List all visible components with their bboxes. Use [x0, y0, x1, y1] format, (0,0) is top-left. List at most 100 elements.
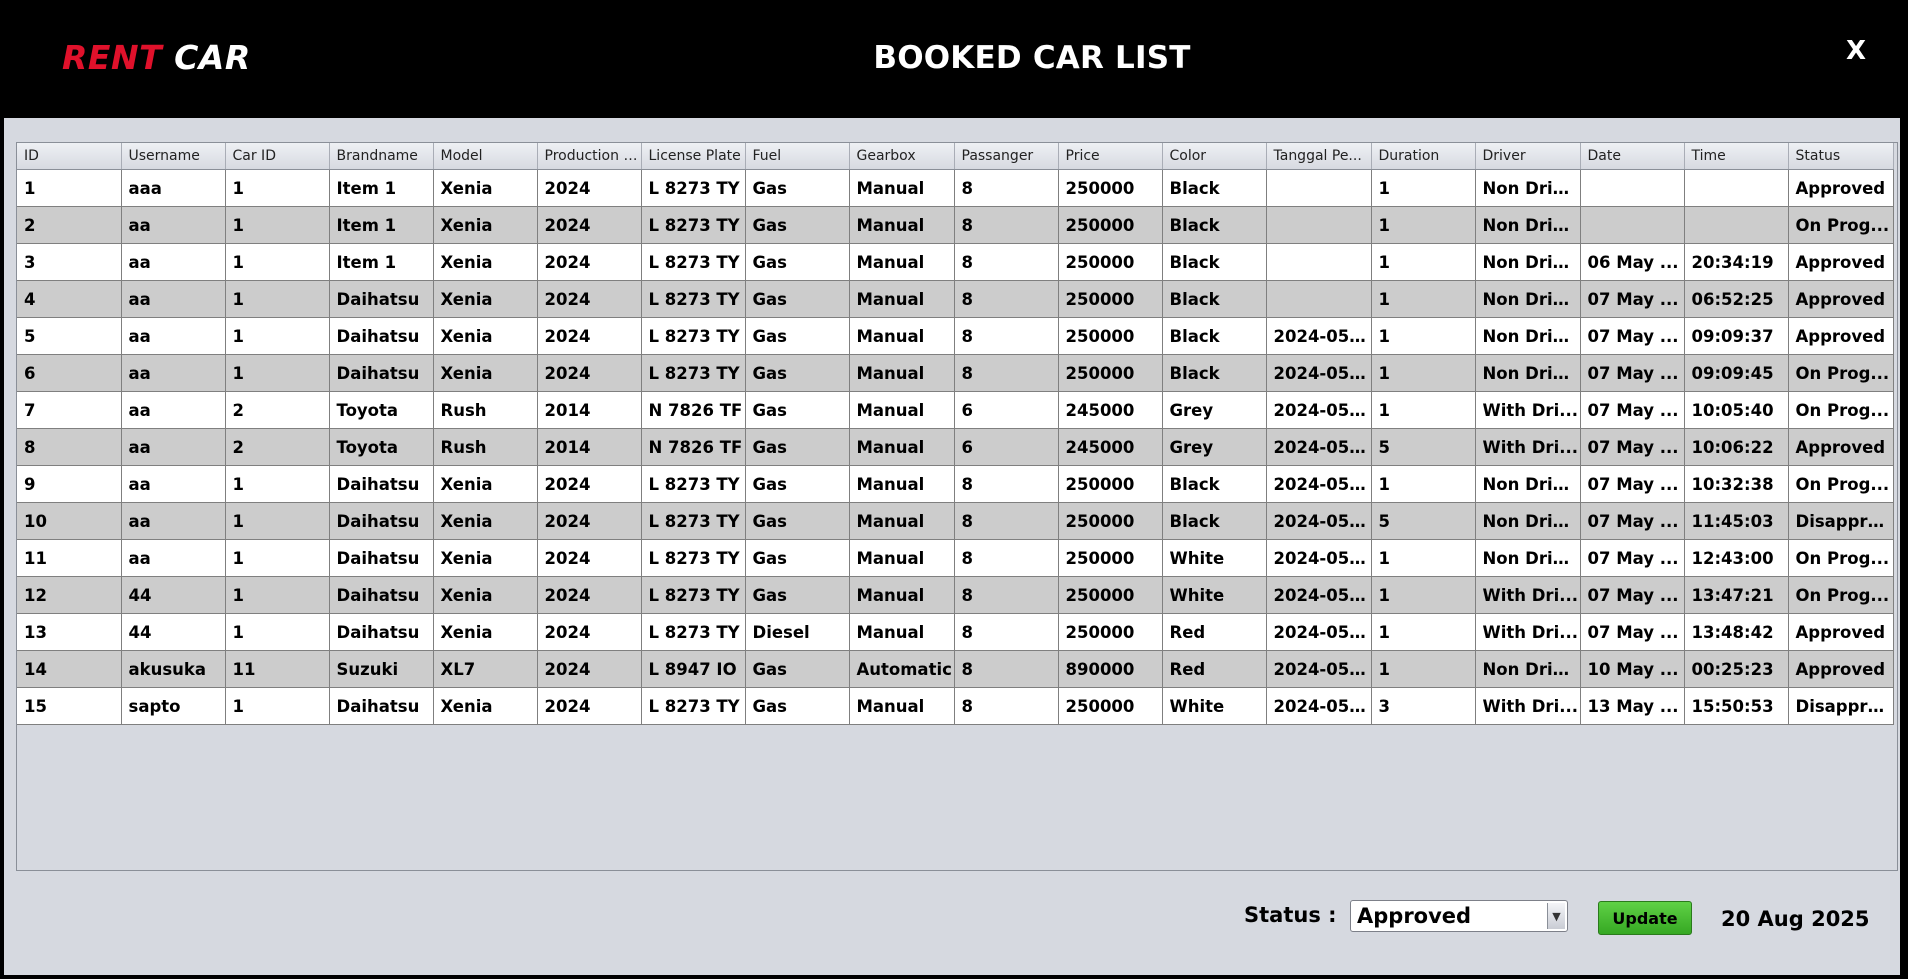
table-row[interactable]: 5 aa 1 Daihatsu Xenia 2024 L 8273 TY Gas Manual 8…	[17, 317, 1894, 355]
table-cell[interactable]: Rush	[433, 391, 538, 429]
table-cell[interactable]: Black	[1162, 280, 1267, 318]
table-cell[interactable]: Daihatsu	[329, 465, 434, 503]
column-header[interactable]: Car ID	[225, 143, 330, 170]
table-cell[interactable]: Manual	[849, 428, 955, 466]
column-header[interactable]: Passanger	[954, 143, 1059, 170]
table-cell[interactable]: With Dri...	[1475, 428, 1581, 466]
table-cell[interactable]: Approved	[1788, 317, 1894, 355]
table-cell[interactable]: XL7	[433, 650, 538, 688]
table-cell[interactable]	[1684, 169, 1789, 207]
table-row[interactable]: 13 44 1 Daihatsu Xenia 2024 L 8273 TY Diesel Man…	[17, 613, 1894, 651]
table-cell[interactable]: Non Driver	[1475, 502, 1581, 540]
table-cell[interactable]: 3	[17, 243, 122, 281]
table-cell[interactable]: Gas	[745, 354, 850, 392]
table-cell[interactable]: 2024	[537, 169, 642, 207]
table-cell[interactable]: 44	[121, 613, 226, 651]
table-cell[interactable]: Gas	[745, 317, 850, 355]
table-cell[interactable]: Non Driver	[1475, 280, 1581, 318]
table-cell[interactable]: Approved	[1788, 243, 1894, 281]
table-cell[interactable]: 1	[1371, 391, 1476, 429]
table-cell[interactable]: Xenia	[433, 576, 538, 614]
table-cell[interactable]: 07 May ...	[1580, 317, 1685, 355]
table-cell[interactable]	[1266, 280, 1372, 318]
column-header[interactable]: Fuel	[745, 143, 850, 170]
table-cell[interactable]: 5	[1371, 428, 1476, 466]
table-cell[interactable]: Xenia	[433, 613, 538, 651]
table-cell[interactable]: 2	[225, 428, 330, 466]
table-cell[interactable]: 1	[225, 613, 330, 651]
table-cell[interactable]: 13:47:21	[1684, 576, 1789, 614]
table-cell[interactable]: Disappro...	[1788, 687, 1894, 725]
table-cell[interactable]: 1	[1371, 317, 1476, 355]
table-cell[interactable]: Manual	[849, 687, 955, 725]
column-header[interactable]: Driver	[1475, 143, 1581, 170]
table-cell[interactable]: Xenia	[433, 687, 538, 725]
table-cell[interactable]: With Dri...	[1475, 613, 1581, 651]
table-cell[interactable]: 15:50:53	[1684, 687, 1789, 725]
table-cell[interactable]: 250000	[1058, 206, 1163, 244]
table-cell[interactable]: Non Driver	[1475, 169, 1581, 207]
table-cell[interactable]: Daihatsu	[329, 613, 434, 651]
table-cell[interactable]: 8	[954, 576, 1059, 614]
table-cell[interactable]: 8	[954, 206, 1059, 244]
table-cell[interactable]: 8	[954, 169, 1059, 207]
table-cell[interactable]: Non Driver	[1475, 206, 1581, 244]
table-cell[interactable]: aa	[121, 317, 226, 355]
table-cell[interactable]: 1	[225, 317, 330, 355]
table-cell[interactable]: Item 1	[329, 169, 434, 207]
table-cell[interactable]: Gas	[745, 391, 850, 429]
table-cell[interactable]: On Prog...	[1788, 465, 1894, 503]
table-cell[interactable]: Manual	[849, 206, 955, 244]
table-cell[interactable]: 8	[954, 317, 1059, 355]
column-header[interactable]: Brandname	[329, 143, 434, 170]
table-cell[interactable]: Black	[1162, 243, 1267, 281]
table-cell[interactable]: 15	[17, 687, 122, 725]
table-cell[interactable]: Approved	[1788, 650, 1894, 688]
table-cell[interactable]: Red	[1162, 613, 1267, 651]
table-cell[interactable]: With Dri...	[1475, 687, 1581, 725]
table-cell[interactable]	[1684, 206, 1789, 244]
table-cell[interactable]: 1	[1371, 169, 1476, 207]
table-cell[interactable]: 07 May ...	[1580, 391, 1685, 429]
table-cell[interactable]: Gas	[745, 206, 850, 244]
table-row[interactable]: 10 aa 1 Daihatsu Xenia 2024 L 8273 TY Gas Manual…	[17, 502, 1894, 540]
table-cell[interactable]: 1	[1371, 206, 1476, 244]
table-cell[interactable]: 3	[1371, 687, 1476, 725]
column-header[interactable]: Date	[1580, 143, 1685, 170]
table-cell[interactable]: Manual	[849, 576, 955, 614]
table-cell[interactable]	[1266, 169, 1372, 207]
table-cell[interactable]: Non Driver	[1475, 243, 1581, 281]
table-cell[interactable]: Manual	[849, 243, 955, 281]
table-cell[interactable]: 07 May ...	[1580, 280, 1685, 318]
table-cell[interactable]: Suzuki	[329, 650, 434, 688]
table-cell[interactable]: Gas	[745, 243, 850, 281]
table-row[interactable]: 7 aa 2 Toyota Rush 2014 N 7826 TF Gas Manual 6 245…	[17, 391, 1894, 429]
table-cell[interactable]: 1	[1371, 539, 1476, 577]
table-cell[interactable]: 12	[17, 576, 122, 614]
table-cell[interactable]: 10:06:22	[1684, 428, 1789, 466]
table-cell[interactable]: L 8947 IO	[641, 650, 746, 688]
table-cell[interactable]: 11	[17, 539, 122, 577]
table-cell[interactable]: Gas	[745, 502, 850, 540]
table-cell[interactable]: L 8273 TY	[641, 502, 746, 540]
update-button[interactable]: Update	[1598, 901, 1692, 935]
table-cell[interactable]: With Dri...	[1475, 576, 1581, 614]
table-cell[interactable]: 2024	[537, 613, 642, 651]
table-cell[interactable]: Xenia	[433, 280, 538, 318]
table-cell[interactable]: 11	[225, 650, 330, 688]
table-cell[interactable]: 1	[1371, 243, 1476, 281]
table-cell[interactable]: L 8273 TY	[641, 465, 746, 503]
table-cell[interactable]: aaa	[121, 169, 226, 207]
table-row[interactable]: 15 sapto 1 Daihatsu Xenia 2024 L 8273 TY Gas Man…	[17, 687, 1894, 725]
table-cell[interactable]: aa	[121, 354, 226, 392]
table-cell[interactable]: Toyota	[329, 428, 434, 466]
table-row[interactable]: 9 aa 1 Daihatsu Xenia 2024 L 8273 TY Gas Manual 8…	[17, 465, 1894, 503]
table-row[interactable]: 6 aa 1 Daihatsu Xenia 2024 L 8273 TY Gas Manual 8…	[17, 354, 1894, 392]
table-cell[interactable]: With Dri...	[1475, 391, 1581, 429]
table-row[interactable]: 11 aa 1 Daihatsu Xenia 2024 L 8273 TY Gas Manual…	[17, 539, 1894, 577]
table-cell[interactable]: 1	[225, 539, 330, 577]
table-cell[interactable]: Xenia	[433, 465, 538, 503]
table-cell[interactable]: Gas	[745, 539, 850, 577]
table-cell[interactable]: 5	[1371, 502, 1476, 540]
table-cell[interactable]: 5	[17, 317, 122, 355]
